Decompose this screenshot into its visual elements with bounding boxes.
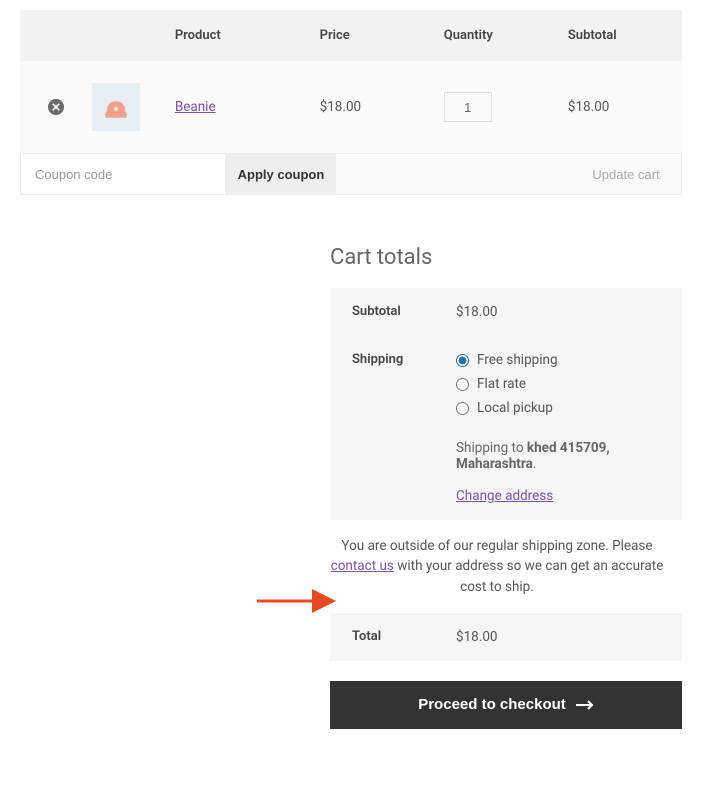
remove-item-button[interactable] <box>48 99 64 115</box>
subtotal-value: $18.00 <box>456 288 682 336</box>
quantity-input[interactable] <box>444 92 492 122</box>
total-value: $18.00 <box>456 613 682 661</box>
coupon-input[interactable] <box>21 154 226 194</box>
shipping-radio-flat[interactable] <box>456 378 469 391</box>
update-cart-button: Update cart <box>571 154 681 194</box>
shipping-free-label: Free shipping <box>477 352 558 368</box>
header-price: Price <box>310 10 434 61</box>
apply-coupon-button[interactable]: Apply coupon <box>226 154 336 194</box>
shipping-label: Shipping <box>330 336 456 520</box>
proceed-to-checkout-button[interactable]: Proceed to checkout <box>330 681 682 729</box>
header-subtotal: Subtotal <box>558 10 682 61</box>
change-address-link[interactable]: Change address <box>456 488 553 504</box>
item-price: $18.00 <box>310 61 434 153</box>
close-icon <box>52 103 60 111</box>
shipping-flat-label: Flat rate <box>477 376 526 392</box>
shipping-radio-pickup[interactable] <box>456 402 469 415</box>
total-label: Total <box>330 613 456 661</box>
arrow-right-icon <box>576 700 594 710</box>
subtotal-label: Subtotal <box>330 288 456 336</box>
cart-row: Beanie $18.00 $18.00 <box>20 61 682 153</box>
item-subtotal: $18.00 <box>558 61 682 153</box>
beanie-icon <box>101 92 131 122</box>
cart-totals: Cart totals Subtotal $18.00 Shipping Fre… <box>330 245 682 729</box>
shipping-options: Free shipping Flat rate Local pickup <box>456 352 664 416</box>
cart-totals-title: Cart totals <box>330 245 682 270</box>
shipping-notice: You are outside of our regular shipping … <box>330 520 682 613</box>
checkout-label: Proceed to checkout <box>418 696 566 713</box>
product-thumbnail[interactable] <box>92 83 140 131</box>
cart-actions: Apply coupon Update cart <box>20 153 682 195</box>
shipping-radio-free[interactable] <box>456 354 469 367</box>
shipping-destination: Shipping to khed 415709, Maharashtra. <box>456 440 664 472</box>
shipping-pickup-label: Local pickup <box>477 400 553 416</box>
cart-table: Product Price Quantity Subtotal <box>20 10 682 153</box>
header-quantity: Quantity <box>434 10 558 61</box>
contact-us-link[interactable]: contact us <box>331 558 394 574</box>
product-link[interactable]: Beanie <box>175 99 216 115</box>
header-product: Product <box>165 10 310 61</box>
